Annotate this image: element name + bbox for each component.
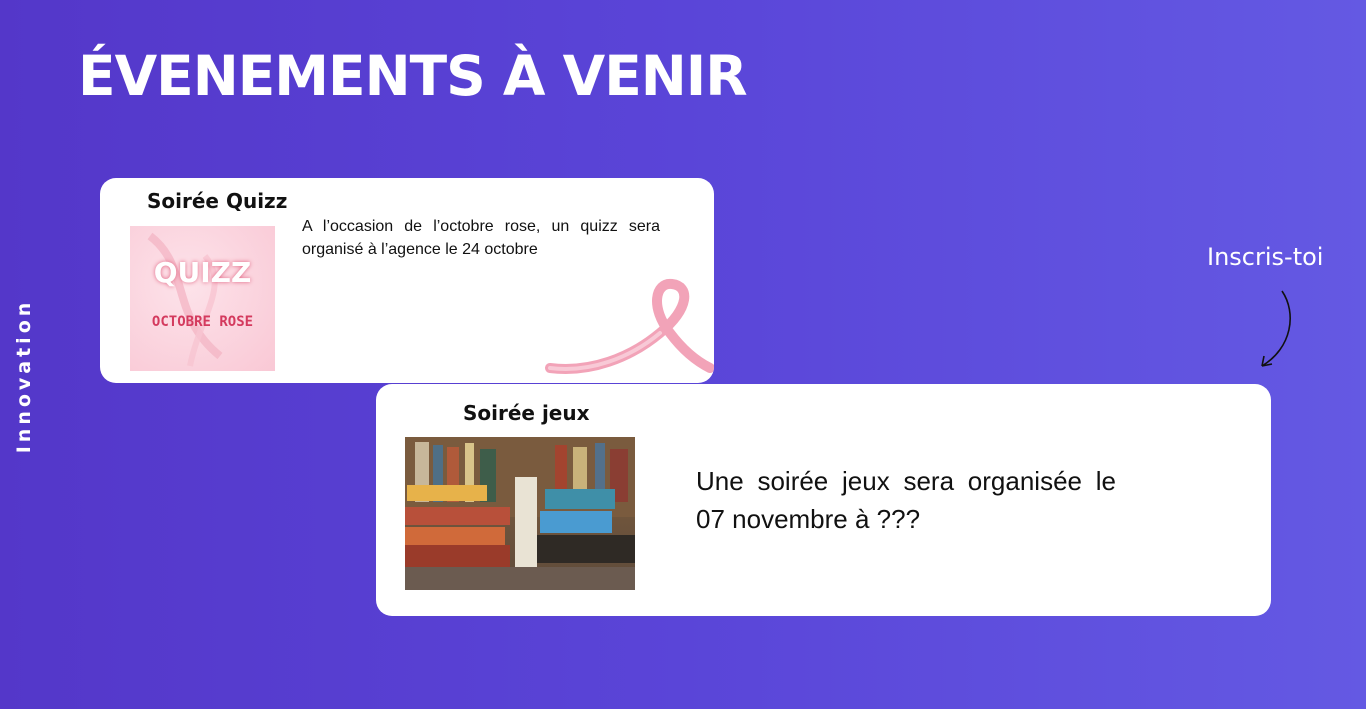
board-games-photo-icon [405,437,635,590]
quiz-image: QUIZZ OCTOBRE ROSE [130,226,275,371]
curved-arrow-icon [1261,290,1291,367]
quiz-image-subtitle: OCTOBRE ROSE [151,314,254,330]
side-label: Innovation [13,298,35,454]
event-description: Une soirée jeux sera organisée le 07 nov… [696,466,1116,534]
event-title: Soirée jeux [463,401,590,425]
quiz-image-title: QUIZZ [153,256,252,289]
pink-ribbon-icon [147,232,223,367]
board-games-image [405,437,635,590]
event-description: A l’occasion de l’octobre rose, un quizz… [302,218,660,258]
signup-label[interactable]: Inscris-toi [1207,243,1323,271]
event-card-jeux[interactable]: Soirée jeux Une soirée jeux sera organis… [376,384,1271,616]
event-title: Soirée Quizz [147,189,288,213]
page-title: ÉVENEMENTS À VENIR [78,44,748,108]
pink-ribbon-icon [545,279,714,374]
event-card-quiz[interactable]: Soirée Quizz QUIZZ OCTOBRE ROSE A l’occa… [100,178,714,383]
